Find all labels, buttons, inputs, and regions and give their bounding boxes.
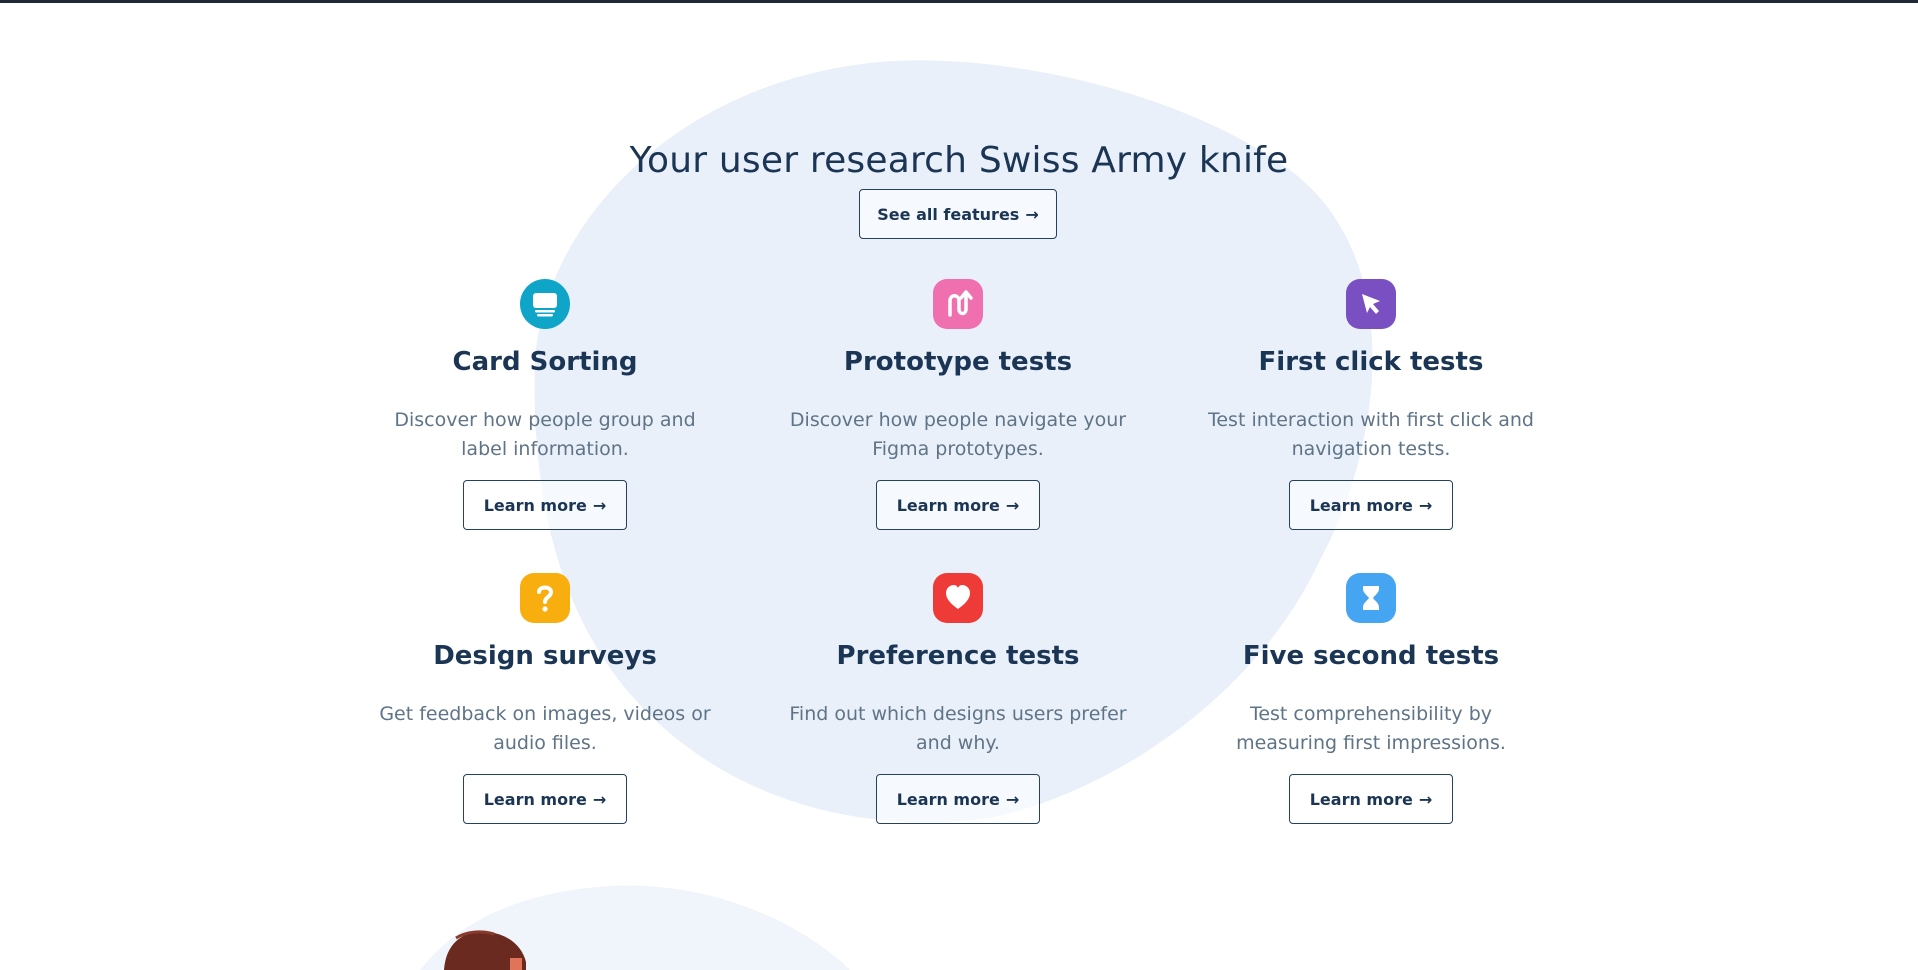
- arrow-right-icon: →: [1418, 495, 1433, 515]
- see-all-features-label: See all features: [877, 204, 1020, 224]
- learn-more-design-surveys-button[interactable]: Learn more →: [463, 774, 627, 824]
- arrow-right-icon: →: [1025, 204, 1039, 224]
- arrow-right-icon: →: [1418, 789, 1433, 809]
- see-all-features-button[interactable]: See all features →: [859, 189, 1057, 239]
- learn-more-label: Learn more: [483, 495, 587, 515]
- feature-title: Preference tests: [836, 641, 1080, 671]
- arrow-right-icon: →: [1005, 789, 1020, 809]
- feature-title: First click tests: [1258, 347, 1484, 377]
- hourglass-icon: [1346, 573, 1396, 623]
- question-mark-icon: [520, 573, 570, 623]
- heart-icon: [933, 573, 983, 623]
- card-sorting-icon: [520, 279, 570, 329]
- feature-title: Prototype tests: [843, 347, 1073, 377]
- cursor-click-icon: [1346, 279, 1396, 329]
- feature-description: Get feedback on images, videos or audio …: [379, 703, 711, 754]
- learn-more-label: Learn more: [1309, 495, 1413, 515]
- arrow-right-icon: →: [592, 789, 607, 809]
- learn-more-label: Learn more: [896, 495, 1000, 515]
- feature-title: Five second tests: [1242, 641, 1500, 671]
- feature-title: Card Sorting: [452, 347, 638, 377]
- learn-more-card-sorting-button[interactable]: Learn more →: [463, 480, 627, 530]
- learn-more-label: Learn more: [1309, 789, 1413, 809]
- arrow-right-icon: →: [592, 495, 607, 515]
- person-illustration: [444, 930, 526, 970]
- section-title: Your user research Swiss Army knife: [629, 140, 1289, 181]
- learn-more-first-click-tests-button[interactable]: Learn more →: [1289, 480, 1453, 530]
- learn-more-label: Learn more: [483, 789, 587, 809]
- learn-more-five-second-tests-button[interactable]: Learn more →: [1289, 774, 1453, 824]
- prototype-path-icon: [933, 279, 983, 329]
- feature-description: Find out which designs users prefer and …: [789, 703, 1127, 754]
- learn-more-preference-tests-button[interactable]: Learn more →: [876, 774, 1040, 824]
- feature-description: Test interaction with first click and na…: [1207, 409, 1534, 460]
- feature-description: Test comprehensibility by measuring firs…: [1236, 703, 1506, 754]
- feature-description: Discover how people navigate your Figma …: [789, 409, 1127, 460]
- arrow-right-icon: →: [1005, 495, 1020, 515]
- learn-more-label: Learn more: [896, 789, 1000, 809]
- learn-more-prototype-tests-button[interactable]: Learn more →: [876, 480, 1040, 530]
- feature-title: Design surveys: [433, 641, 657, 671]
- feature-description: Discover how people group and label info…: [394, 409, 696, 460]
